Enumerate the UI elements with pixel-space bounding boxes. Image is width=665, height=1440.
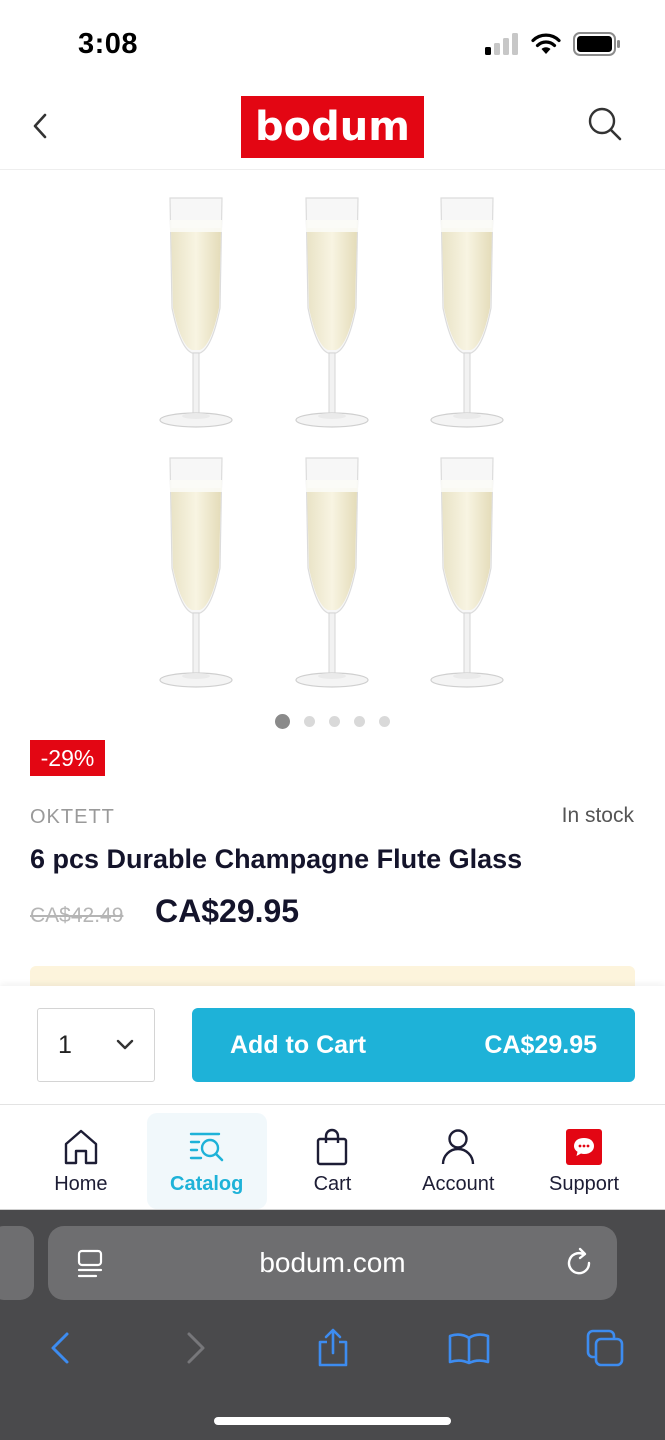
add-to-cart-price: CA$29.95 [484, 1030, 597, 1059]
bodum-logo[interactable]: bodum [241, 96, 424, 158]
tab-support[interactable]: Support [524, 1113, 644, 1209]
status-icons [485, 32, 621, 56]
search-button[interactable] [585, 104, 625, 144]
tab-label: Catalog [170, 1173, 244, 1195]
quantity-select[interactable]: 1 [37, 1008, 155, 1082]
bag-icon [317, 1128, 348, 1166]
tab-catalog[interactable]: Catalog [146, 1113, 267, 1209]
tab-home[interactable]: Home [21, 1113, 141, 1209]
home-icon [64, 1129, 98, 1165]
chevron-right-icon [187, 1332, 205, 1364]
reader-icon [77, 1249, 103, 1278]
cellular-signal-icon [485, 33, 518, 55]
site-header: bodum [0, 88, 665, 170]
tab-cart[interactable]: Cart [272, 1113, 392, 1209]
chevron-left-icon [33, 113, 47, 139]
tab-label: Account [422, 1173, 495, 1195]
gallery-dot[interactable] [354, 716, 365, 727]
book-icon [448, 1333, 490, 1365]
reload-icon [567, 1247, 591, 1275]
original-price: CA$42.49 [30, 904, 124, 927]
promo-banner [30, 966, 635, 986]
previous-tab-preview[interactable] [0, 1226, 34, 1300]
product-image-gallery[interactable] [150, 186, 515, 706]
gallery-pagination [0, 714, 665, 729]
tab-label: Cart [313, 1173, 352, 1195]
logo-text: bodum [255, 104, 410, 150]
share-button[interactable] [311, 1326, 355, 1370]
gallery-dot[interactable] [329, 716, 340, 727]
wifi-icon [531, 33, 561, 54]
chevron-left-icon [51, 1332, 69, 1364]
collection-name[interactable]: OKTETT [30, 806, 115, 829]
reader-mode-button[interactable] [76, 1248, 104, 1285]
browser-toolbar [0, 1320, 665, 1376]
tabs-icon [586, 1329, 624, 1367]
product-title: 6 pcs Durable Champagne Flute Glass [30, 844, 523, 874]
tab-label: Support [549, 1173, 620, 1195]
search-icon [588, 107, 622, 141]
user-icon [442, 1129, 475, 1165]
status-bar: 3:08 [0, 0, 665, 88]
add-to-cart-bar: 1 Add to Cart CA$29.95 [0, 986, 665, 1104]
catalog-icon [189, 1132, 223, 1162]
chevron-down-icon [116, 1039, 134, 1050]
url-text: bodum.com [259, 1247, 406, 1278]
tab-label: Home [54, 1173, 108, 1195]
home-indicator[interactable] [214, 1417, 451, 1425]
add-to-cart-label: Add to Cart [230, 1030, 367, 1059]
quantity-value: 1 [58, 1030, 72, 1059]
back-button[interactable] [20, 106, 60, 146]
chat-icon [566, 1129, 603, 1165]
browser-forward-button[interactable] [174, 1326, 218, 1370]
status-time: 3:08 [78, 28, 139, 60]
gallery-dot[interactable] [379, 716, 390, 727]
address-bar[interactable]: bodum.com [48, 1226, 617, 1300]
discount-badge: -29% [30, 740, 105, 776]
bottom-tab-bar: Home Catalog Cart Account Support [0, 1104, 665, 1210]
tab-account[interactable]: Account [398, 1113, 518, 1209]
browser-back-button[interactable] [38, 1326, 82, 1370]
share-icon [318, 1328, 347, 1367]
browser-chrome: bodum.com [0, 1210, 665, 1440]
add-to-cart-button[interactable]: Add to Cart CA$29.95 [192, 1008, 635, 1082]
reload-button[interactable] [565, 1246, 595, 1283]
gallery-dot[interactable] [304, 716, 315, 727]
champagne-glasses-image [159, 197, 504, 688]
tabs-button[interactable] [583, 1326, 627, 1370]
bookmarks-button[interactable] [447, 1326, 491, 1370]
battery-icon [573, 32, 620, 56]
gallery-dot[interactable] [275, 714, 290, 729]
stock-status: In stock [561, 804, 634, 827]
sale-price: CA$29.95 [155, 893, 300, 929]
